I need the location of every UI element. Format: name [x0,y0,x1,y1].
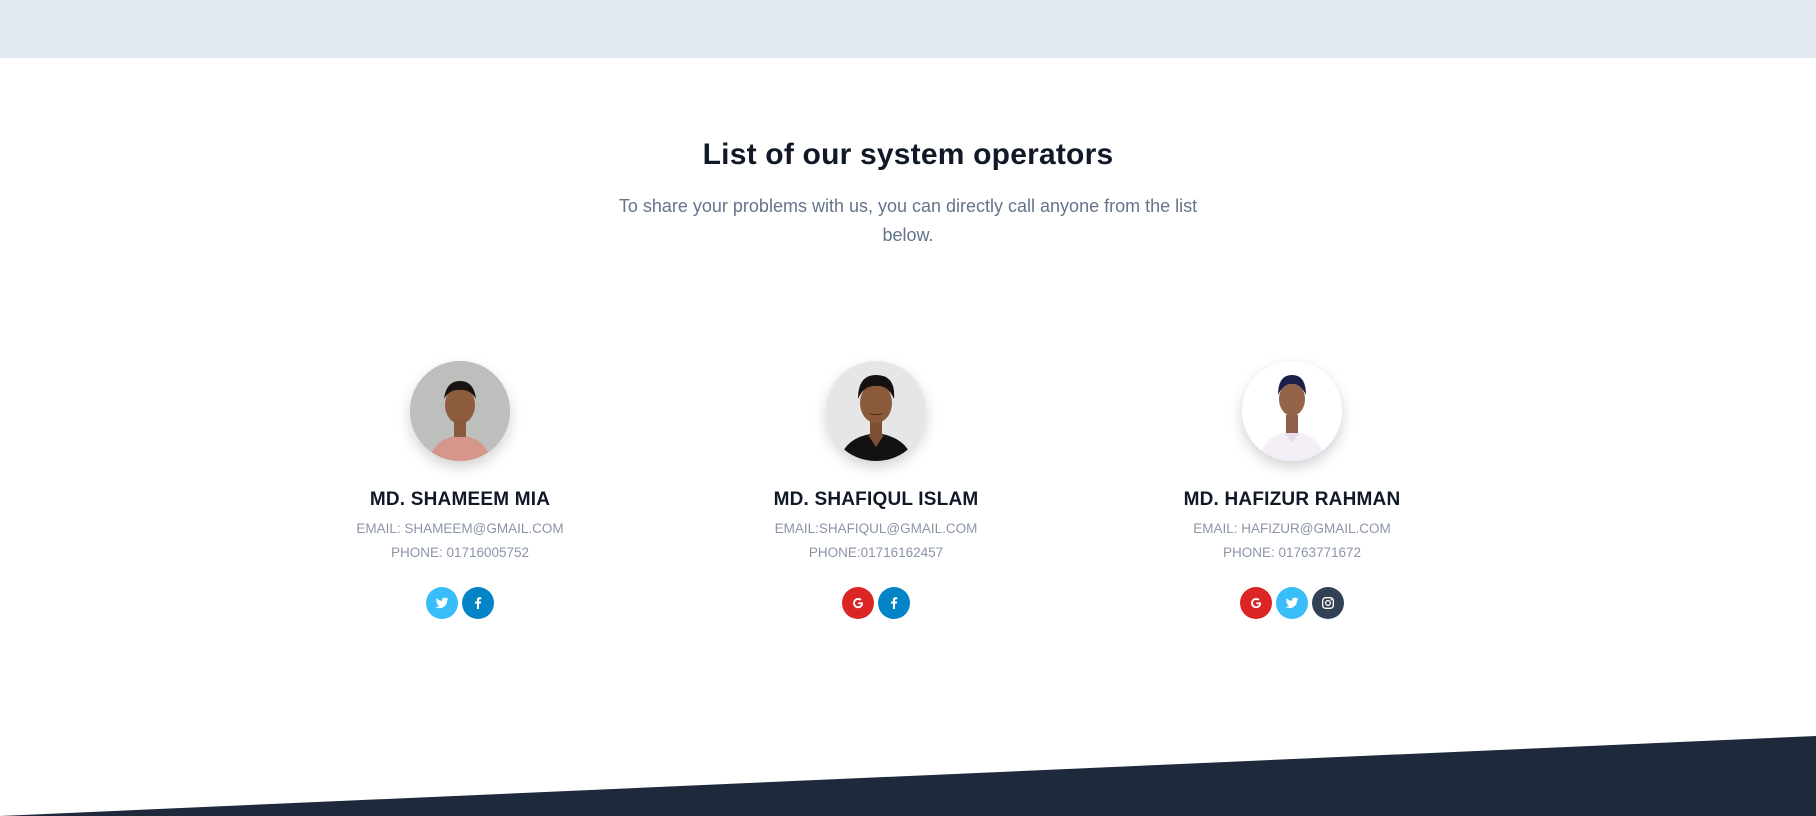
instagram-icon[interactable] [1312,587,1344,619]
operator-email: EMAIL:SHAFIQUL@GMAIL.COM [774,521,978,536]
social-links [726,587,1026,619]
google-icon[interactable] [1240,587,1272,619]
facebook-icon[interactable] [878,587,910,619]
operators-section: List of our system operators To share yo… [0,58,1816,816]
operator-card-shafiqul: MD. SHAFIQUL ISLAM EMAIL:SHAFIQUL@GMAIL.… [726,361,1026,619]
twitter-icon[interactable] [1276,587,1308,619]
social-links [310,587,610,619]
operator-card-hafizur: MD. HAFIZUR RAHMAN EMAIL: HAFIZUR@GMAIL.… [1142,361,1442,619]
operator-name: MD. HAFIZUR RAHMAN [1183,489,1401,510]
operator-name: MD. SHAMEEM MIA [369,489,551,510]
operator-phone: PHONE: 01716005752 [390,545,530,560]
avatar [410,361,510,461]
operator-email: EMAIL: HAFIZUR@GMAIL.COM [1193,521,1391,536]
operator-email: EMAIL: SHAMEEM@GMAIL.COM [356,521,564,536]
google-icon[interactable] [842,587,874,619]
section-subtitle: To share your problems with us, you can … [618,196,1198,245]
social-links [1142,587,1442,619]
facebook-icon[interactable] [462,587,494,619]
operator-phone: PHONE: 01763771672 [1222,545,1362,560]
footer-slant-shape [0,736,1816,816]
section-title: List of our system operators [702,138,1114,171]
operator-card-shameem: MD. SHAMEEM MIA EMAIL: SHAMEEM@GMAIL.COM… [310,361,610,619]
operator-name: MD. SHAFIQUL ISLAM [773,489,979,510]
avatar [1242,361,1342,461]
avatar [826,361,926,461]
twitter-icon[interactable] [426,587,458,619]
top-banner-strip [0,0,1816,58]
operator-phone: PHONE:01716162457 [808,545,944,560]
